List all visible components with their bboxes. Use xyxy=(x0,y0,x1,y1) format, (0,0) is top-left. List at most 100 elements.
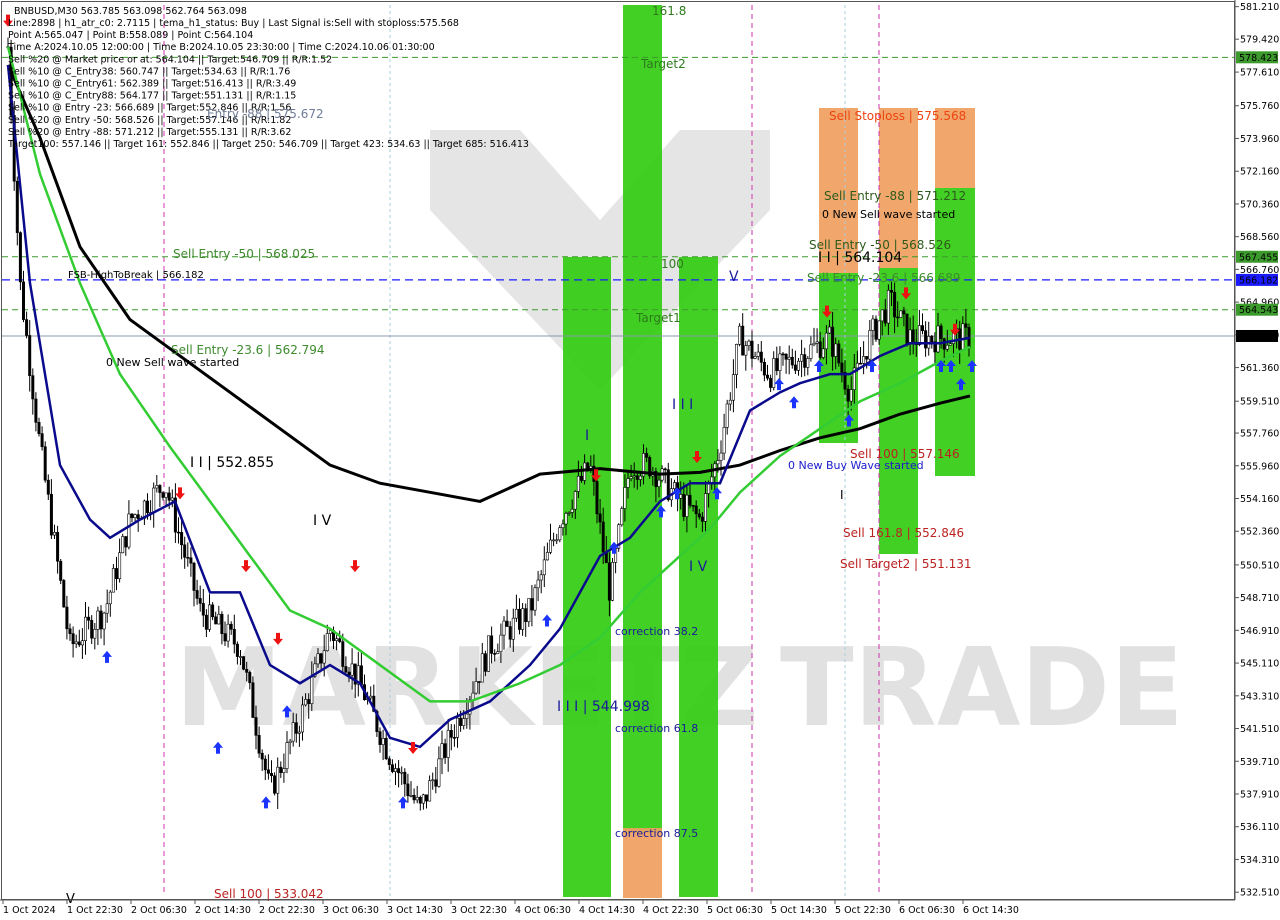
candle-body xyxy=(880,309,884,322)
candle-body xyxy=(483,653,487,672)
candle-body xyxy=(539,574,543,581)
candle-body xyxy=(821,348,825,358)
candle-body xyxy=(502,620,506,636)
candle-body xyxy=(908,329,912,345)
candle-body xyxy=(710,476,714,484)
candle-body xyxy=(889,290,893,293)
candle-body xyxy=(115,568,119,580)
candle-body xyxy=(679,494,683,499)
candle-body xyxy=(18,232,22,283)
x-tick-label: 4 Oct 14:30 xyxy=(579,905,635,916)
candle-body xyxy=(490,635,494,654)
y-axis: 581.210 579.420 577.610 575.760 573.960 572.1… xyxy=(1234,0,1279,900)
y-tick-label: 541.510 xyxy=(1240,724,1279,735)
candle-body xyxy=(700,516,704,522)
candle-body xyxy=(555,539,559,542)
wave-iv-label: I V xyxy=(689,559,708,575)
candle-body xyxy=(161,492,165,498)
y-tick-label: 532.510 xyxy=(1240,888,1279,899)
candle-body xyxy=(703,493,707,522)
candle-body xyxy=(71,633,75,645)
candle-body xyxy=(762,362,766,376)
candle-body xyxy=(341,641,345,667)
y-tick-label: 537.910 xyxy=(1240,789,1279,800)
candle-body xyxy=(747,340,751,346)
candle-body xyxy=(505,620,509,627)
candle-body xyxy=(738,325,742,345)
x-tick-label: 2 Oct 06:30 xyxy=(131,905,187,916)
candle-body xyxy=(74,641,78,645)
candle-body xyxy=(691,505,695,507)
candle-body xyxy=(480,653,484,683)
trading-chart: MARKETZ TRADE BNBUSD,M30 563.785 563.098… xyxy=(0,0,1279,916)
y-tick-label: 572.160 xyxy=(1240,167,1279,178)
candle-body xyxy=(793,364,797,371)
candle-body xyxy=(772,358,776,388)
sell-1618-label: Sell 161.8 | 552.846 xyxy=(843,526,964,540)
candle-body xyxy=(198,598,202,604)
candle-body xyxy=(96,610,100,630)
candle-body xyxy=(102,612,106,630)
candle-body xyxy=(759,351,763,363)
candle-body xyxy=(831,326,835,357)
candle-body xyxy=(685,494,689,517)
candle-body xyxy=(533,587,537,611)
info-line: Sell %10 @ C_Entry38: 560.747 || Target:… xyxy=(8,66,290,77)
x-tick-label: 6 Oct 14:30 xyxy=(963,905,1019,916)
candle-body xyxy=(787,356,791,360)
candle-body xyxy=(924,330,928,349)
candle-body xyxy=(548,539,552,553)
entry-575-label: Entry -88 | 575.672 xyxy=(207,107,324,121)
candle-body xyxy=(52,532,56,536)
new-sell-wave-left: 0 New Sell wave started xyxy=(106,356,239,369)
candle-body xyxy=(254,717,258,736)
candle-body xyxy=(65,606,69,630)
candle-body xyxy=(508,626,512,640)
x-tick-label: 3 Oct 14:30 xyxy=(387,905,443,916)
candle-body xyxy=(477,681,481,683)
candle-body xyxy=(251,682,255,718)
candle-body xyxy=(511,617,515,640)
candle-body xyxy=(920,325,924,332)
price-badge-label: 566.182 xyxy=(1239,275,1278,286)
candle-body xyxy=(837,343,841,364)
candle-body xyxy=(796,360,800,371)
candle-body xyxy=(775,358,779,372)
candle-body xyxy=(672,482,676,489)
candle-body xyxy=(818,341,822,358)
symbol-line: BNBUSD,M30 563.785 563.098 562.764 563.0… xyxy=(14,6,247,17)
candle-body xyxy=(514,608,518,619)
candle-body xyxy=(623,487,627,509)
target2-label: Target2 xyxy=(640,57,686,71)
candle-body xyxy=(486,635,490,672)
y-tick-label: 552.360 xyxy=(1240,527,1279,538)
candle-body xyxy=(31,375,35,400)
corr-382-label: correction 38.2 xyxy=(615,625,698,638)
candle-body xyxy=(177,531,181,534)
candle-body xyxy=(449,730,453,738)
candle-body xyxy=(415,796,419,801)
candle-body xyxy=(217,613,221,625)
candle-body xyxy=(899,310,903,318)
candle-body xyxy=(62,580,66,608)
candle-body xyxy=(716,460,720,465)
candle-body xyxy=(269,773,273,777)
candle-body xyxy=(56,532,60,562)
candle-body xyxy=(239,656,243,658)
y-tick-label: 554.160 xyxy=(1240,494,1279,505)
candle-body xyxy=(632,475,636,478)
candle-body xyxy=(77,641,81,646)
candle-body xyxy=(220,613,224,634)
candle-body xyxy=(428,780,432,802)
candle-body xyxy=(536,579,540,589)
candle-body xyxy=(896,316,900,319)
sell-entry-88-label: Sell Entry -88 | 571.212 xyxy=(824,189,966,203)
candle-body xyxy=(431,779,435,782)
wave-i-label: I xyxy=(585,428,589,444)
candle-body xyxy=(397,768,401,774)
candle-body xyxy=(226,623,230,642)
x-tick-label: 5 Oct 14:30 xyxy=(771,905,827,916)
candle-body xyxy=(437,758,441,787)
corr-618-label: correction 61.8 xyxy=(615,722,698,735)
candle-body xyxy=(459,717,463,726)
